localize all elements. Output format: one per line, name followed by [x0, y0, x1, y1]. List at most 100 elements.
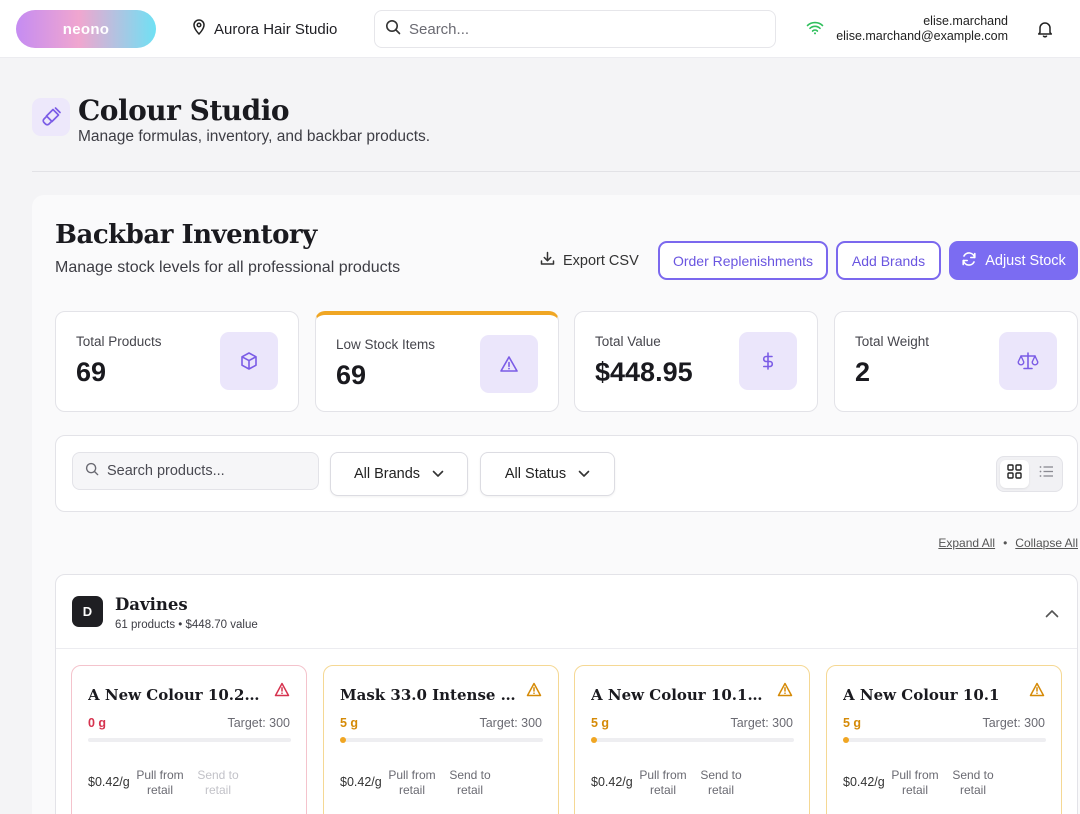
stat-label: Low Stock Items: [336, 337, 436, 352]
stat-label: Total Products: [76, 334, 162, 349]
separator-dot: •: [1003, 536, 1008, 550]
stat-total-value: Total Value $448.95: [574, 311, 818, 412]
adjust-stock-button[interactable]: Adjust Stock: [949, 241, 1078, 280]
order-replenishments-button[interactable]: Order Replenishments: [658, 241, 828, 280]
stat-label: Total Weight: [855, 334, 930, 349]
stat-value: 69: [76, 357, 107, 387]
stock-progress-bar: [591, 737, 794, 743]
wifi-icon: [806, 21, 824, 40]
status-filter-value: All Status: [504, 466, 567, 482]
add-brands-button[interactable]: Add Brands: [836, 241, 941, 280]
export-csv-label: Export CSV: [563, 252, 639, 269]
grid-icon: [1007, 464, 1022, 484]
pull-from-retail-button[interactable]: Pull from retail: [885, 768, 945, 798]
chevron-up-icon[interactable]: [1045, 605, 1059, 623]
pull-from-retail-button[interactable]: Pull from retail: [633, 768, 693, 798]
stock-progress-bar: [843, 737, 1046, 743]
product-price: $0.42/g: [591, 775, 633, 789]
stock-progress-bar: [88, 738, 291, 742]
pull-from-retail-button[interactable]: Pull from retail: [130, 768, 190, 798]
stat-label: Total Value: [595, 334, 661, 349]
stock-progress-fill: [340, 737, 346, 743]
product-search-input[interactable]: [107, 463, 307, 479]
stock-progress-fill: [591, 737, 597, 743]
product-price: $0.42/g: [88, 775, 130, 789]
product-card[interactable]: A New Colour 10.1 5 g Target: 300 $0.42/…: [826, 665, 1062, 814]
page-subtitle: Manage formulas, inventory, and backbar …: [78, 128, 431, 145]
expand-all-link[interactable]: Expand All: [938, 536, 995, 550]
search-icon: [385, 19, 401, 40]
map-pin-icon: [192, 19, 206, 39]
product-quantity: 5 g: [843, 716, 862, 730]
brand-avatar: D: [72, 596, 103, 627]
send-to-retail-button[interactable]: Send to retail: [188, 768, 248, 798]
page-title: Colour Studio: [78, 94, 290, 127]
brand-filter-value: All Brands: [353, 466, 421, 482]
location-selector[interactable]: Aurora Hair Studio: [192, 19, 337, 39]
group-divider: [56, 648, 1077, 649]
alert-triangle-icon: [1029, 682, 1045, 702]
paintbrush-icon: [32, 98, 70, 136]
product-quantity: 5 g: [340, 716, 359, 730]
brand-filter-dropdown[interactable]: All Brands: [330, 452, 468, 496]
product-search[interactable]: [72, 452, 319, 490]
alert-triangle-icon: [274, 682, 290, 702]
section-subtitle: Manage stock levels for all professional…: [55, 259, 401, 276]
product-price: $0.42/g: [843, 775, 885, 789]
user-menu[interactable]: elise.marchand elise.marchand@example.co…: [836, 14, 1008, 44]
product-card[interactable]: Mask 33.0 Intense Da... 5 g Target: 300 …: [323, 665, 559, 814]
stock-progress-bar: [340, 737, 543, 743]
top-bar: neono Aurora Hair Studio elise.marchand …: [0, 0, 1080, 58]
alert-triangle-icon: [526, 682, 542, 702]
product-name: A New Colour 10.11 Li...: [591, 686, 771, 704]
status-filter-dropdown[interactable]: All Status: [480, 452, 615, 496]
filter-bar: All Brands All Status: [55, 435, 1078, 512]
global-search-input[interactable]: [409, 20, 749, 38]
brand-name: Davines: [115, 595, 188, 614]
dollar-icon: [739, 332, 797, 390]
location-name: Aurora Hair Studio: [214, 20, 338, 38]
user-email: elise.marchand@example.com: [836, 29, 1008, 43]
pull-from-retail-button[interactable]: Pull from retail: [382, 768, 442, 798]
list-view-button[interactable]: [1032, 460, 1061, 488]
refresh-icon: [961, 251, 977, 271]
stat-total-products: Total Products 69: [55, 311, 299, 412]
product-name: A New Colour 10.22 Li...: [88, 686, 268, 704]
view-toggle: [996, 456, 1063, 492]
product-name: A New Colour 10.1: [843, 686, 1000, 704]
global-search[interactable]: [374, 10, 776, 48]
box-icon: [220, 332, 278, 390]
stat-low-stock: Low Stock Items 69: [315, 311, 559, 412]
stat-value: 69: [336, 360, 367, 390]
stat-value: 2: [855, 357, 871, 387]
send-to-retail-button[interactable]: Send to retail: [943, 768, 1003, 798]
product-target: Target: 300: [982, 716, 1045, 730]
scale-icon: [999, 332, 1057, 390]
stock-progress-fill: [843, 737, 849, 743]
search-icon: [85, 462, 99, 481]
chevron-down-icon: [578, 466, 590, 482]
product-card[interactable]: A New Colour 10.11 Li... 5 g Target: 300…: [574, 665, 810, 814]
product-card[interactable]: A New Colour 10.22 Li... 0 g Target: 300…: [71, 665, 307, 814]
export-csv-button[interactable]: Export CSV: [540, 251, 639, 270]
send-to-retail-button[interactable]: Send to retail: [691, 768, 751, 798]
bell-icon[interactable]: [1037, 20, 1053, 43]
product-target: Target: 300: [479, 716, 542, 730]
send-to-retail-button[interactable]: Send to retail: [440, 768, 500, 798]
product-quantity: 5 g: [591, 716, 610, 730]
product-target: Target: 300: [730, 716, 793, 730]
list-icon: [1039, 465, 1054, 483]
product-quantity: 0 g: [88, 716, 107, 730]
user-name: elise.marchand: [923, 14, 1008, 28]
stat-value: $448.95: [595, 357, 693, 387]
adjust-stock-label: Adjust Stock: [985, 252, 1066, 269]
grid-view-button[interactable]: [1000, 460, 1029, 488]
product-target: Target: 300: [227, 716, 290, 730]
collapse-all-link[interactable]: Collapse All: [1015, 536, 1078, 550]
alert-triangle-icon: [777, 682, 793, 702]
chevron-down-icon: [432, 466, 444, 482]
brand-logo[interactable]: neono: [16, 10, 156, 48]
product-name: Mask 33.0 Intense Da...: [340, 686, 520, 704]
brand-meta: 61 products • $448.70 value: [115, 619, 258, 631]
section-title: Backbar Inventory: [55, 220, 317, 250]
